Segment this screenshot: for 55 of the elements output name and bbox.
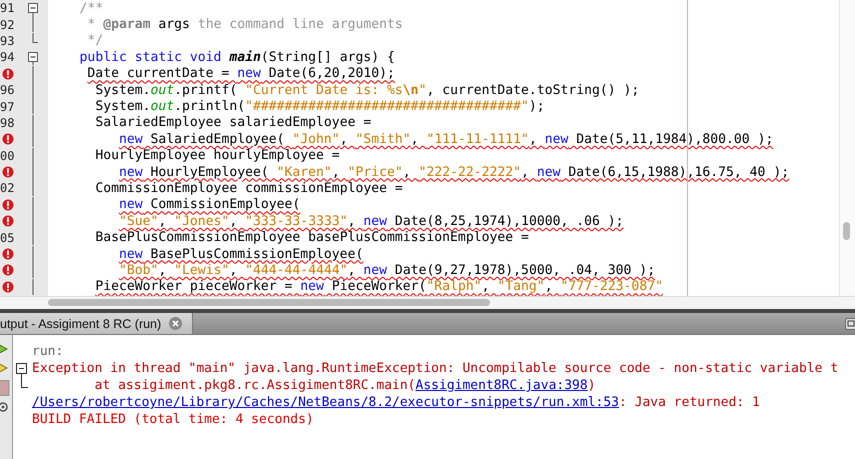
error-icon: [2, 264, 14, 276]
fold-toggle-icon[interactable]: [28, 49, 38, 66]
output-line: /Users/robertcoyne/Library/Caches/NetBeans/8.2/executor-snippets/run.xml:53: Java returned: 1: [32, 395, 760, 410]
line-number: 96: [0, 83, 14, 98]
error-icon: [2, 248, 14, 260]
fold-toggle-icon[interactable]: [28, 0, 38, 16]
stop-icon[interactable]: [0, 380, 10, 396]
error-icon: [2, 280, 14, 293]
maximize-icon[interactable]: [845, 318, 855, 330]
code-line: PieceWorker pieceWorker = new PieceWorker("Ralph", "Tang", "777-223-087": [94, 279, 663, 294]
error-icon: [2, 166, 14, 178]
close-icon[interactable]: [169, 317, 182, 330]
code-line: BasePlusCommissionEmployee basePlusCommissionEmployee =: [94, 230, 529, 246]
code-line: new SalariedEmployee( "John", "Smith", "111-11-1111", new Date(5,11,1984),800.00 );: [118, 132, 774, 147]
code-line: */: [86, 33, 104, 48]
code-line: System.out.println("##################################");: [94, 99, 545, 114]
code-line: HourlyEmployee hourlyEmployee =: [94, 148, 340, 164]
rerun-icon[interactable]: [0, 342, 8, 356]
output-line: Exception in thread "main" java.lang.RuntimeException: Uncompilable source code - non-static variable t: [32, 361, 838, 376]
output-line: BUILD FAILED (total time: 4 seconds): [32, 412, 314, 427]
line-number: 97: [0, 100, 14, 114]
line-number: 98: [0, 116, 14, 130]
line-number: 91: [0, 1, 14, 16]
fold-toggle-icon[interactable]: [16, 360, 28, 377]
line-number: 92: [0, 18, 14, 32]
code-line: CommissionEmployee commissionEmployee =: [94, 180, 403, 196]
code-line: public static void main(String[] args) {: [78, 50, 395, 65]
code-line: "Bob", "Lewis", "444-44-4444", new Date(9,27,1978),5000, .04, 300 );: [118, 262, 656, 278]
code-line: new CommissionEmployee(: [118, 197, 300, 212]
line-number: 00: [0, 148, 14, 163]
vertical-scrollbar[interactable]: [839, 0, 855, 296]
line-number: 94: [0, 50, 14, 64]
code-line: SalariedEmployee salariedEmployee =: [94, 115, 372, 130]
error-icon: [2, 215, 14, 228]
code-line: "Sue", "Jones", "333-33-3333", new Date(8,25,1974),10000, .06 );: [118, 214, 624, 229]
scrollbar-thumb[interactable]: [48, 299, 490, 306]
code-line: * @param args the command line arguments: [86, 17, 403, 32]
error-icon: [2, 68, 14, 80]
output-tab[interactable]: utput - Assigiment 8 RC (run): [0, 313, 194, 334]
line-number: 93: [0, 34, 14, 48]
output-line: at assigiment.pkg8.rc.Assigiment8RC.main(Assigiment8RC.java:398): [94, 378, 596, 393]
settings-icon[interactable]: [0, 401, 9, 413]
code-line: /**: [78, 0, 104, 16]
error-icon: [2, 133, 14, 146]
code-line: System.out.printf( "Current Date is: %s\n", currentDate.toString() );: [94, 82, 640, 98]
scrollbar-thumb[interactable]: [843, 222, 850, 240]
output-line: run:: [32, 344, 64, 359]
error-icon: [2, 198, 14, 211]
rerun-icon[interactable]: [0, 361, 8, 375]
code-line: Date currentDate = new Date(6,20,2010);: [86, 66, 395, 82]
line-number: 02: [0, 181, 14, 196]
horizontal-scrollbar[interactable]: [0, 296, 855, 309]
code-line: new BasePlusCommissionEmployee(: [118, 246, 364, 262]
code-line: new HourlyEmployee( "Karen", "Price", "222-22-2222", new Date(6,15,1988),16.75, 40 );: [118, 164, 790, 180]
line-number: 05: [0, 230, 14, 245]
